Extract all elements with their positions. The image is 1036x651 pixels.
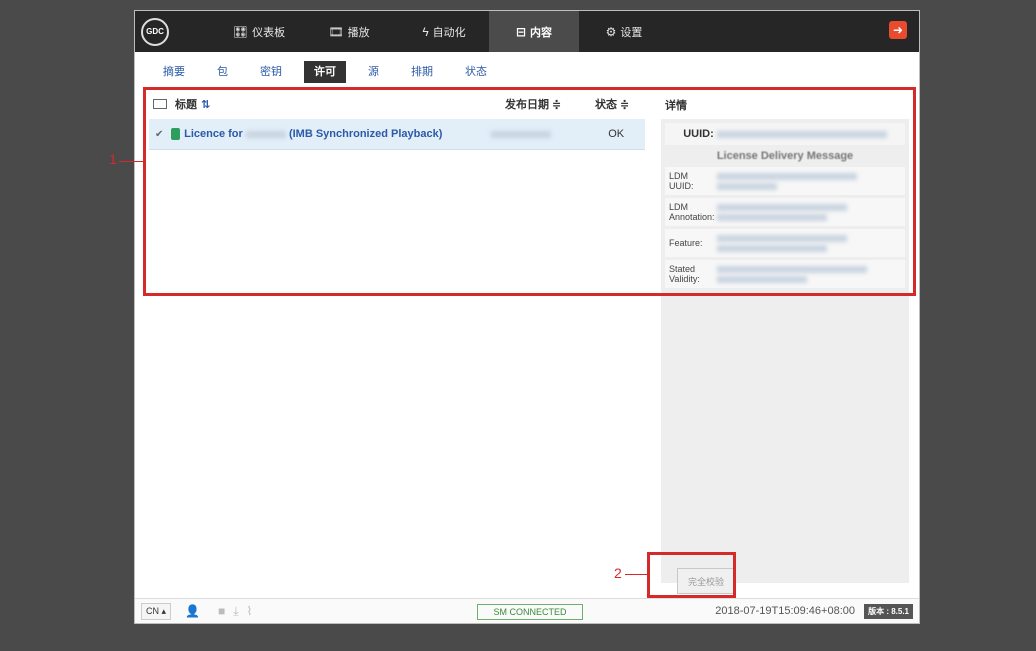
content-icon: ⊟ (515, 24, 527, 39)
camera-icon: ■ (217, 604, 226, 618)
film-icon: 🎞 (328, 24, 344, 39)
nav-content[interactable]: ⊟ 内容 (489, 11, 579, 52)
annotation-box-2 (647, 552, 736, 598)
status-footer: CN ▴ 👤 ■ ⤓ ⌇ SM CONNECTED 2018-07-19T15:… (135, 598, 919, 623)
annotation-number-1: 1 (109, 151, 117, 167)
version-badge: 版本 : 8.5.1 (864, 604, 913, 619)
tab-schedule[interactable]: 排期 (401, 61, 443, 83)
tab-license[interactable]: 许可 (304, 61, 346, 83)
nav-automation-label: 自动化 (432, 26, 466, 39)
tab-source[interactable]: 源 (358, 61, 389, 83)
nav-settings-label: 设置 (620, 26, 643, 39)
nav-playback-label: 播放 (347, 26, 370, 39)
language-selector[interactable]: CN ▴ (141, 602, 172, 620)
nav-content-label: 内容 (530, 26, 553, 39)
left-gutter (0, 0, 7, 651)
user-icon[interactable]: 👤 (185, 604, 200, 618)
nav-dashboard[interactable]: 🎛 仪表板 (219, 11, 299, 52)
tab-package[interactable]: 包 (207, 61, 238, 83)
nav-dashboard-label: 仪表板 (252, 26, 286, 39)
annotation-box-1 (143, 87, 916, 296)
annotation-line-1 (119, 161, 143, 162)
logout-icon[interactable]: ➜ (889, 21, 907, 39)
sub-tabs: 摘要 包 密钥 许可 源 排期 状态 (153, 61, 509, 83)
top-nav: GDC 🎛 仪表板 🎞 播放 ϟ 自动化 ⊟ 内容 ⚙ 设置 ➜ (135, 11, 919, 52)
plug-icon: ⌇ (246, 604, 253, 618)
nav-playback[interactable]: 🎞 播放 (299, 11, 399, 52)
download-icon: ⤓ (233, 603, 239, 618)
tab-summary[interactable]: 摘要 (153, 61, 195, 83)
tab-status[interactable]: 状态 (455, 61, 497, 83)
annotation-line-2 (625, 574, 647, 575)
gdc-logo: GDC (141, 17, 169, 46)
nav-automation[interactable]: ϟ 自动化 (399, 11, 489, 52)
sm-connected-status: SM CONNECTED (477, 604, 583, 620)
annotation-number-2: 2 (614, 565, 622, 581)
dashboard-icon: 🎛 (232, 24, 249, 39)
timestamp: 2018-07-19T15:09:46+08:00 (715, 605, 855, 617)
nav-settings[interactable]: ⚙ 设置 (579, 11, 669, 52)
tab-keys[interactable]: 密钥 (250, 61, 292, 83)
gear-icon: ⚙ (605, 24, 617, 39)
lightning-icon: ϟ (422, 24, 429, 39)
